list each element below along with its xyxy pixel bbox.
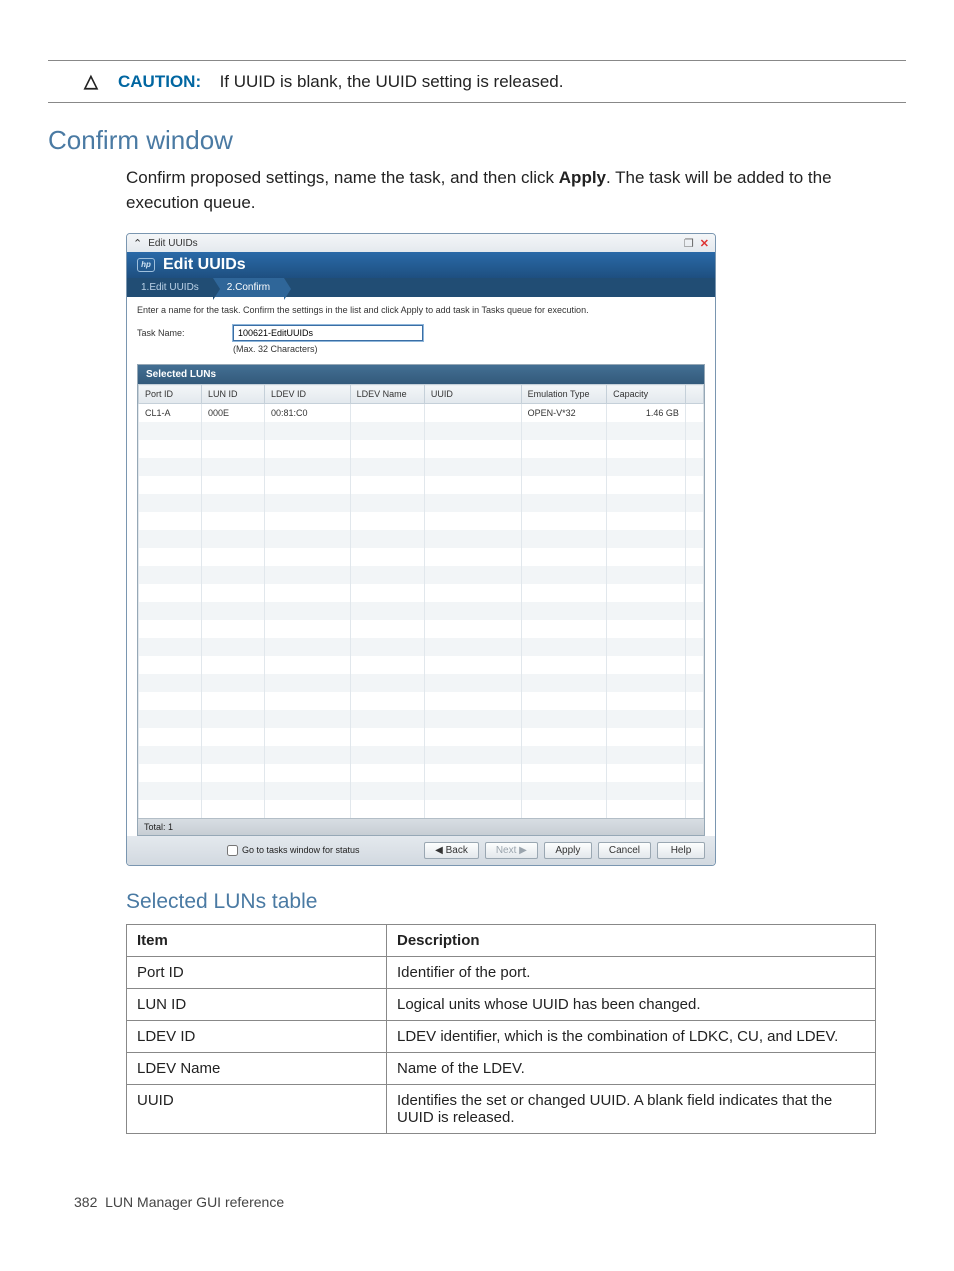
cell-ldev_name — [350, 404, 424, 422]
luns-total: Total: 1 — [138, 818, 704, 835]
table-row-empty — [139, 656, 704, 674]
description-table: Item Description Port IDIdentifier of th… — [126, 924, 876, 1134]
edit-uuids-dialog: ⌃ Edit UUIDs ❐ ✕ hp Edit UUIDs 1.Edit UU… — [126, 233, 716, 866]
dialog-outer-titlebar: ⌃ Edit UUIDs ❐ ✕ — [127, 234, 715, 252]
desc-item: Port ID — [127, 956, 387, 988]
table-row-empty — [139, 674, 704, 692]
cell-uuid — [424, 404, 521, 422]
desc-text: Identifies the set or changed UUID. A bl… — [387, 1084, 876, 1133]
next-button: Next ▶ — [485, 842, 538, 859]
selected-luns-table: Port ID LUN ID LDEV ID LDEV Name UUID Em… — [138, 384, 704, 818]
caution-text: If UUID is blank, the UUID setting is re… — [220, 72, 564, 91]
section-heading: Confirm window — [48, 125, 906, 156]
desc-col-description: Description — [387, 924, 876, 956]
cell-port_id: CL1-A — [139, 404, 202, 422]
selected-luns-table-heading: Selected LUNs table — [126, 890, 906, 914]
table-row-empty — [139, 422, 704, 440]
dialog-titlebar: hp Edit UUIDs — [127, 252, 715, 278]
desc-row: Port IDIdentifier of the port. — [127, 956, 876, 988]
table-row-empty — [139, 638, 704, 656]
cell-ldev_id: 00:81:C0 — [265, 404, 351, 422]
desc-item: LUN ID — [127, 988, 387, 1020]
dialog-title: Edit UUIDs — [163, 256, 246, 274]
col-ldev-id[interactable]: LDEV ID — [265, 385, 351, 404]
collapse-icon[interactable]: ⌃ — [133, 237, 142, 250]
wizard-step-2[interactable]: 2.Confirm — [213, 278, 284, 297]
dialog-outer-title: Edit UUIDs — [148, 238, 197, 249]
table-row-empty — [139, 710, 704, 728]
cell-lun_id: 000E — [202, 404, 265, 422]
desc-text: Logical units whose UUID has been change… — [387, 988, 876, 1020]
col-lun-id[interactable]: LUN ID — [202, 385, 265, 404]
back-button[interactable]: ◀ Back — [424, 842, 479, 859]
col-emulation[interactable]: Emulation Type — [521, 385, 607, 404]
desc-row: LUN IDLogical units whose UUID has been … — [127, 988, 876, 1020]
table-row-empty — [139, 494, 704, 512]
col-ldev-name[interactable]: LDEV Name — [350, 385, 424, 404]
page-footer: 382 LUN Manager GUI reference — [74, 1194, 906, 1210]
table-row-empty — [139, 584, 704, 602]
table-row[interactable]: CL1-A000E00:81:C0 OPEN-V*321.46 GB — [139, 404, 704, 422]
desc-item: UUID — [127, 1084, 387, 1133]
table-row-empty — [139, 764, 704, 782]
desc-item: LDEV ID — [127, 1020, 387, 1052]
col-capacity[interactable]: Capacity — [607, 385, 686, 404]
table-row-empty — [139, 548, 704, 566]
desc-row: LDEV IDLDEV identifier, which is the com… — [127, 1020, 876, 1052]
caution-label: CAUTION: — [118, 72, 201, 91]
cell-emulation: OPEN-V*32 — [521, 404, 607, 422]
col-spacer — [685, 385, 703, 404]
desc-text: Identifier of the port. — [387, 956, 876, 988]
table-row-empty — [139, 566, 704, 584]
caution-bar: △ CAUTION: If UUID is blank, the UUID se… — [48, 60, 906, 103]
go-to-tasks-checkbox[interactable]: Go to tasks window for status — [227, 845, 360, 856]
table-row-empty — [139, 782, 704, 800]
desc-item: LDEV Name — [127, 1052, 387, 1084]
table-row-empty — [139, 458, 704, 476]
col-port-id[interactable]: Port ID — [139, 385, 202, 404]
dialog-instruction: Enter a name for the task. Confirm the s… — [127, 297, 715, 325]
table-header-row: Port ID LUN ID LDEV ID LDEV Name UUID Em… — [139, 385, 704, 404]
table-row-empty — [139, 512, 704, 530]
desc-row: UUIDIdentifies the set or changed UUID. … — [127, 1084, 876, 1133]
dialog-footer: Go to tasks window for status ◀ Back Nex… — [127, 836, 715, 865]
table-row-empty — [139, 530, 704, 548]
wizard-steps: 1.Edit UUIDs 2.Confirm — [127, 278, 715, 297]
table-row-empty — [139, 476, 704, 494]
selected-luns-heading: Selected LUNs — [138, 365, 704, 384]
table-row-empty — [139, 692, 704, 710]
task-name-input[interactable] — [233, 325, 423, 341]
section-body: Confirm proposed settings, name the task… — [126, 166, 906, 215]
wizard-step-1[interactable]: 1.Edit UUIDs — [127, 278, 213, 297]
close-icon[interactable]: ✕ — [700, 237, 709, 250]
hp-logo-icon: hp — [137, 258, 155, 272]
table-row-empty — [139, 620, 704, 638]
table-row-empty — [139, 728, 704, 746]
table-row-empty — [139, 602, 704, 620]
desc-row: LDEV NameName of the LDEV. — [127, 1052, 876, 1084]
restore-icon[interactable]: ❐ — [684, 237, 694, 250]
task-name-label: Task Name: — [137, 325, 221, 338]
apply-button[interactable]: Apply — [544, 842, 592, 859]
desc-text: LDEV identifier, which is the combinatio… — [387, 1020, 876, 1052]
cell-capacity: 1.46 GB — [607, 404, 686, 422]
desc-col-item: Item — [127, 924, 387, 956]
table-row-empty — [139, 440, 704, 458]
col-uuid[interactable]: UUID — [424, 385, 521, 404]
cancel-button[interactable]: Cancel — [598, 842, 651, 859]
warning-icon: △ — [84, 71, 102, 92]
help-button[interactable]: Help — [657, 842, 705, 859]
go-to-tasks-checkbox-input[interactable] — [227, 845, 238, 856]
table-row-empty — [139, 800, 704, 818]
task-name-hint: (Max. 32 Characters) — [233, 344, 423, 354]
desc-text: Name of the LDEV. — [387, 1052, 876, 1084]
table-row-empty — [139, 746, 704, 764]
